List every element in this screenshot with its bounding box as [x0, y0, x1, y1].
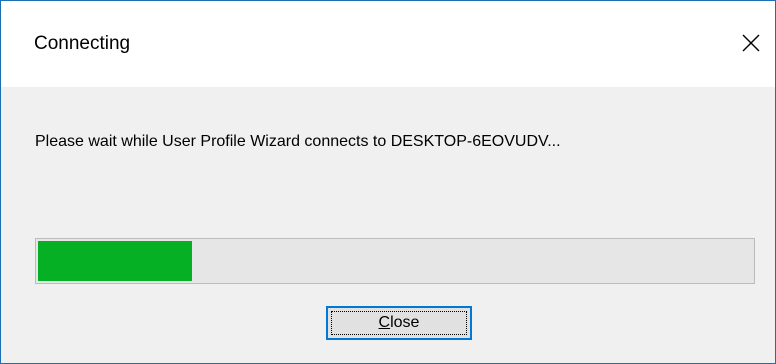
title-bar: Connecting: [1, 1, 775, 87]
connecting-dialog: Connecting Please wait while User Profil…: [0, 0, 776, 364]
progress-bar: [35, 238, 755, 284]
close-button-label-rest: lose: [390, 314, 420, 331]
progress-fill: [38, 241, 192, 281]
close-button-label: Close: [379, 313, 420, 333]
status-message: Please wait while User Profile Wizard co…: [35, 133, 561, 150]
dialog-title: Connecting: [34, 33, 131, 54]
close-button-mnemonic: C: [378, 314, 391, 331]
close-button[interactable]: Close: [326, 306, 472, 340]
close-icon[interactable]: [733, 25, 769, 61]
